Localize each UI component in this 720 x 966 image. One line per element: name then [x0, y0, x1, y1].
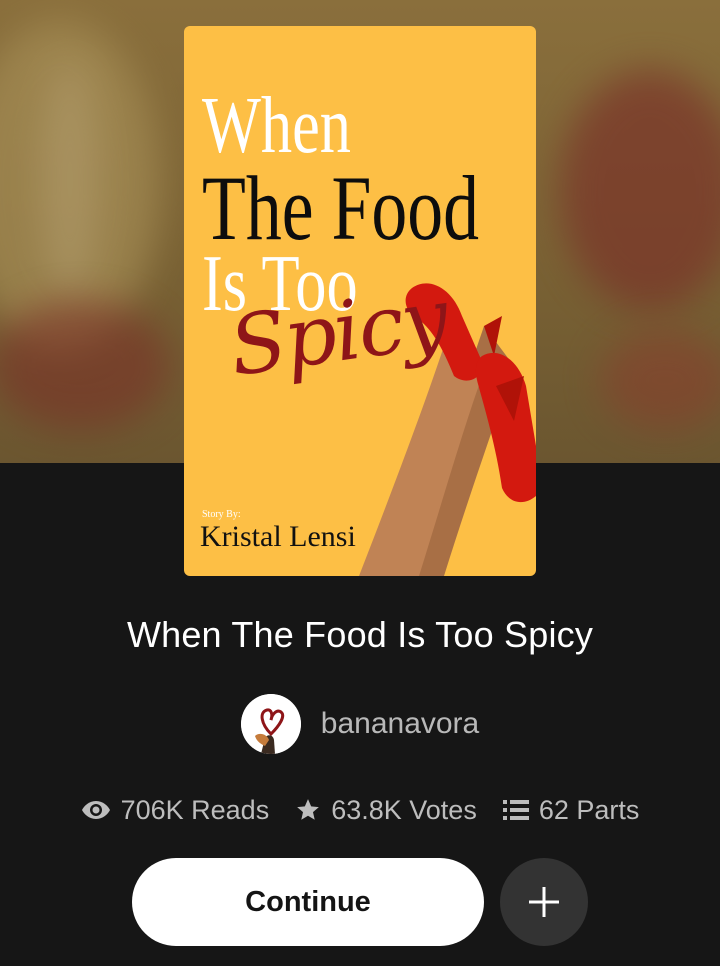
author-row[interactable]: bananavora	[0, 692, 720, 756]
cover-author: Kristal Lensi	[200, 520, 356, 553]
book-cover[interactable]: When The Food Is Too Spicy Story By: Kri…	[184, 26, 536, 576]
plus-icon	[529, 887, 559, 917]
reads-count: 706K Reads	[120, 794, 270, 825]
votes-stat: 63.8K Votes	[295, 795, 477, 826]
parts-stat: 62 Parts	[502, 794, 640, 826]
avatar[interactable]	[240, 694, 301, 754]
parts-count: 62 Parts	[538, 794, 640, 825]
eye-icon	[81, 801, 110, 819]
story-stats: 706K Reads 63.8K Votes 62 Parts	[0, 788, 720, 832]
story-title: When The Food Is Too Spicy	[126, 614, 594, 655]
continue-button[interactable]: Continue	[132, 858, 484, 946]
avatar-illustration	[240, 694, 301, 754]
cover-story-by: Story By:	[202, 509, 241, 520]
story-details-screen: When The Food Is Too Spicy Story By: Kri…	[0, 0, 720, 966]
votes-count: 63.8K Votes	[331, 794, 477, 825]
star-icon	[297, 799, 320, 820]
cover-title-when: When	[202, 82, 351, 170]
reads-stat: 706K Reads	[81, 794, 270, 826]
add-to-library-button[interactable]	[500, 858, 588, 946]
list-icon	[502, 800, 529, 820]
author-name[interactable]: bananavora	[321, 707, 479, 741]
